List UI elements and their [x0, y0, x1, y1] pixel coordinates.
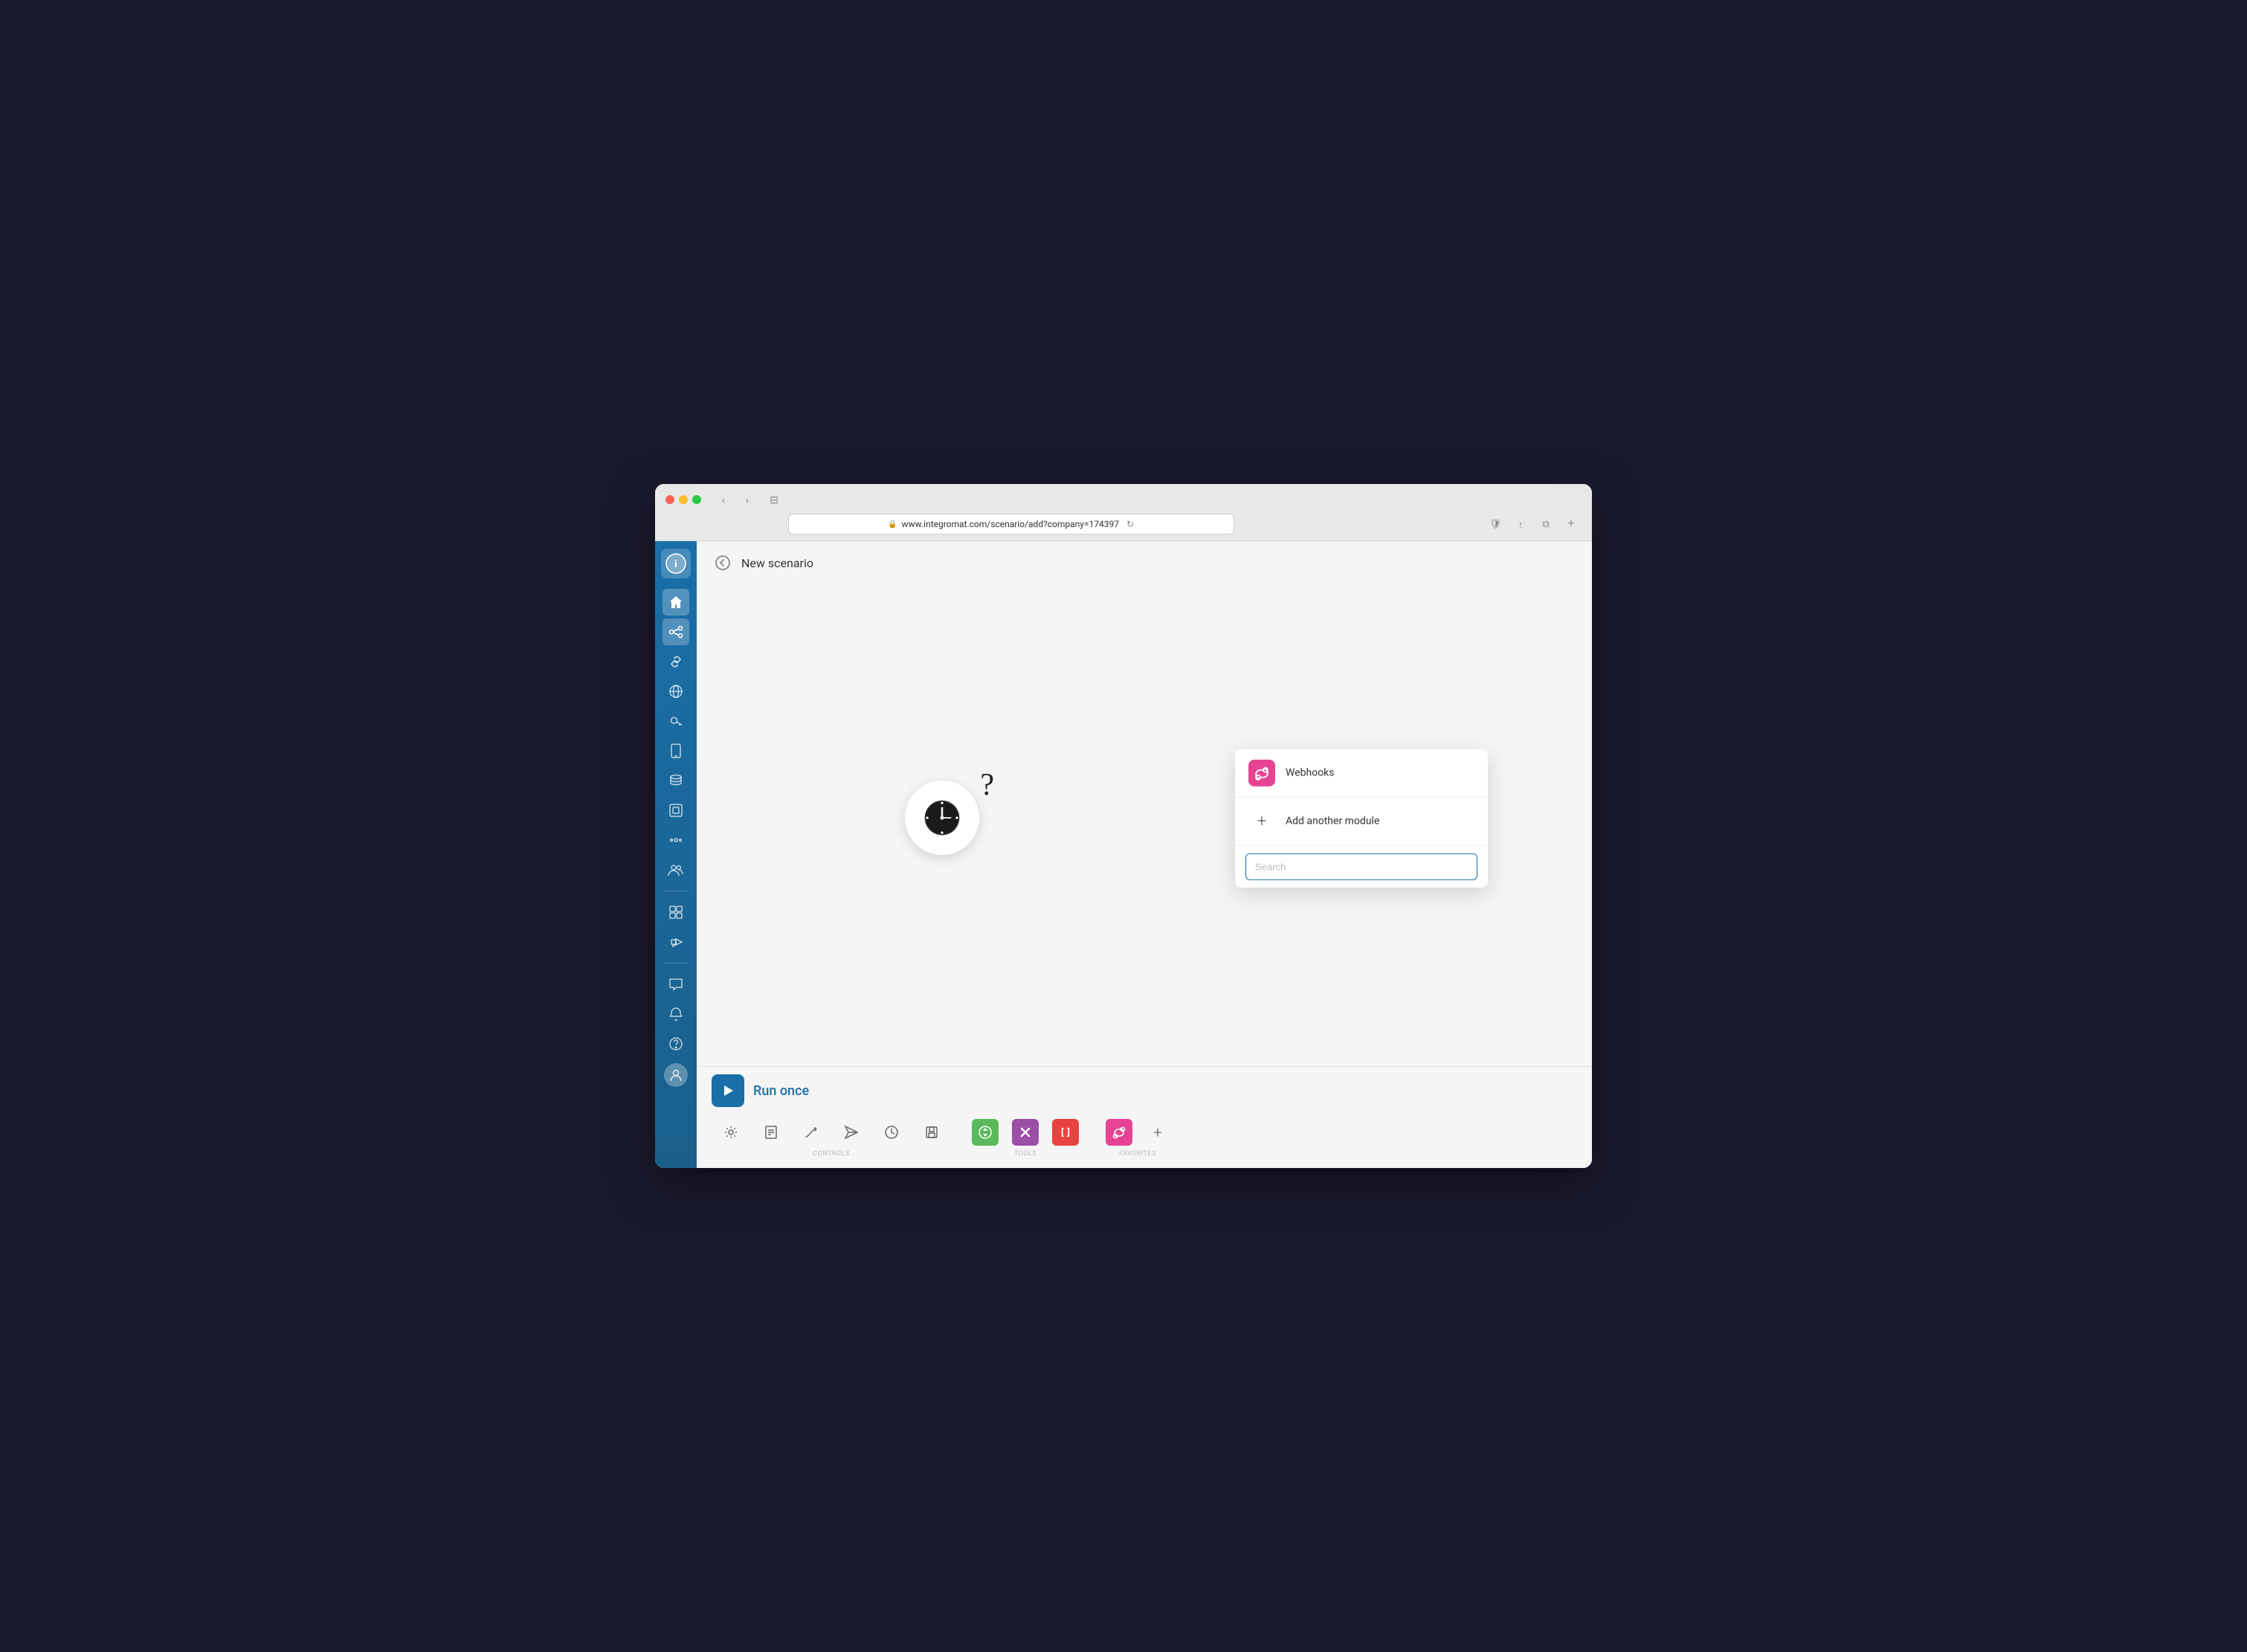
back-button[interactable] [712, 552, 734, 574]
search-input[interactable] [1245, 854, 1477, 880]
sidebar-item-datastructures[interactable] [663, 797, 689, 824]
browser-chrome: ‹ › ⊟ 🔒 www.integromat.com/scenario/add?… [655, 484, 1592, 541]
add-module-icon: + [1248, 808, 1275, 835]
tool-wand[interactable] [792, 1116, 831, 1149]
user-avatar[interactable] [664, 1063, 688, 1087]
schedule-icon[interactable] [878, 1119, 905, 1146]
tool-add-favorite[interactable]: + [1140, 1116, 1176, 1147]
sidebar-bottom-divider [665, 963, 687, 964]
controls-section: CONTROLS [712, 1116, 951, 1158]
sidebar-item-keys[interactable] [663, 708, 689, 735]
sidebar-item-help[interactable] [663, 1030, 689, 1057]
run-once-button[interactable] [712, 1074, 744, 1107]
tool-array[interactable]: [] [1046, 1116, 1085, 1149]
run-once-row: Run once [712, 1074, 1577, 1107]
tool-router[interactable] [1006, 1116, 1045, 1149]
address-bar[interactable]: 🔒 www.integromat.com/scenario/add?compan… [788, 514, 1234, 535]
node-circle[interactable]: ? [905, 781, 979, 855]
back-nav-button[interactable]: ‹ [713, 491, 734, 508]
forward-nav-button[interactable]: › [737, 491, 758, 508]
search-container [1235, 846, 1488, 888]
favorites-section: + FAVORITES [1100, 1116, 1176, 1158]
clock-icon [923, 799, 961, 836]
run-once-label: Run once [753, 1083, 809, 1099]
webhooks-label: Webhooks [1286, 767, 1335, 779]
lock-icon: 🔒 [888, 520, 897, 529]
sidebar-item-scenarios[interactable] [663, 619, 689, 645]
sidebar-item-webhooks-nav[interactable] [663, 678, 689, 705]
sidebar-item-devices[interactable] [663, 738, 689, 764]
favorites-label: FAVORITES [1119, 1150, 1156, 1158]
tool-notes[interactable] [752, 1116, 790, 1149]
scenario-canvas[interactable]: ? W [697, 584, 1592, 1066]
sidebar-item-announcements[interactable] [663, 929, 689, 955]
module-menu-popup: Webhooks + Add another module [1235, 749, 1488, 888]
browser-shield-icon[interactable]: 🛡 [1485, 516, 1506, 532]
sidebar-item-home[interactable] [663, 589, 689, 616]
sidebar-item-notifications[interactable] [663, 1001, 689, 1027]
add-favorite-icon[interactable]: + [1146, 1120, 1170, 1144]
url-text: www.integromat.com/scenario/add?company=… [902, 519, 1119, 529]
bottom-toolbar: Run once [697, 1066, 1592, 1168]
notes-icon[interactable] [758, 1119, 784, 1146]
save-icon[interactable] [918, 1119, 945, 1146]
tool-webhooks-fav[interactable] [1100, 1116, 1138, 1149]
sidebar: i [655, 541, 697, 1168]
tools-section: [] TOOLS [966, 1116, 1085, 1158]
webhooks-icon [1248, 760, 1275, 787]
page-header: New scenario [697, 541, 1592, 584]
app-container: i [655, 541, 1592, 1168]
array-icon[interactable]: [] [1052, 1119, 1079, 1146]
webhooks-menu-item[interactable]: Webhooks [1235, 749, 1488, 798]
sidebar-item-flow[interactable] [663, 827, 689, 854]
traffic-lights [665, 495, 701, 504]
close-button[interactable] [665, 495, 674, 504]
sidebar-item-datastores[interactable] [663, 767, 689, 794]
tool-save[interactable] [912, 1116, 951, 1149]
minimize-button[interactable] [679, 495, 688, 504]
settings-icon[interactable] [718, 1119, 744, 1146]
flow-control-icon[interactable] [972, 1119, 999, 1146]
reload-icon[interactable]: ↻ [1126, 519, 1134, 529]
sidebar-item-templates[interactable] [663, 899, 689, 926]
maximize-button[interactable] [692, 495, 701, 504]
app-logo[interactable]: i [661, 549, 691, 578]
tool-schedule[interactable] [872, 1116, 911, 1149]
sidebar-item-connections[interactable] [663, 648, 689, 675]
tool-settings[interactable] [712, 1116, 750, 1149]
wand-icon[interactable] [798, 1119, 825, 1146]
webhooks-fav-icon[interactable] [1106, 1119, 1132, 1146]
add-module-label: Add another module [1286, 816, 1379, 827]
tool-flow-control[interactable] [966, 1116, 1005, 1149]
tool-send[interactable] [832, 1116, 871, 1149]
svg-text:i: i [674, 558, 677, 570]
tools-label: TOOLS [1014, 1150, 1037, 1158]
page-title: New scenario [741, 556, 813, 570]
sidebar-item-team[interactable] [663, 856, 689, 883]
question-mark-icon: ? [980, 767, 994, 803]
browser-tabs-icon[interactable]: ⧉ [1535, 516, 1556, 532]
controls-label: CONTROLS [813, 1150, 850, 1158]
tab-layout-button[interactable]: ⊟ [764, 491, 784, 508]
browser-share-icon[interactable]: ↑ [1510, 516, 1531, 532]
send-icon[interactable] [838, 1119, 865, 1146]
scenario-node[interactable]: ? [905, 781, 979, 855]
sidebar-item-chat[interactable] [663, 971, 689, 998]
router-icon[interactable] [1012, 1119, 1039, 1146]
tools-row: CONTROLS [712, 1116, 1577, 1158]
browser-add-tab-icon[interactable]: + [1561, 516, 1582, 532]
add-module-item[interactable]: + Add another module [1235, 798, 1488, 846]
main-content: New scenario [697, 541, 1592, 1168]
